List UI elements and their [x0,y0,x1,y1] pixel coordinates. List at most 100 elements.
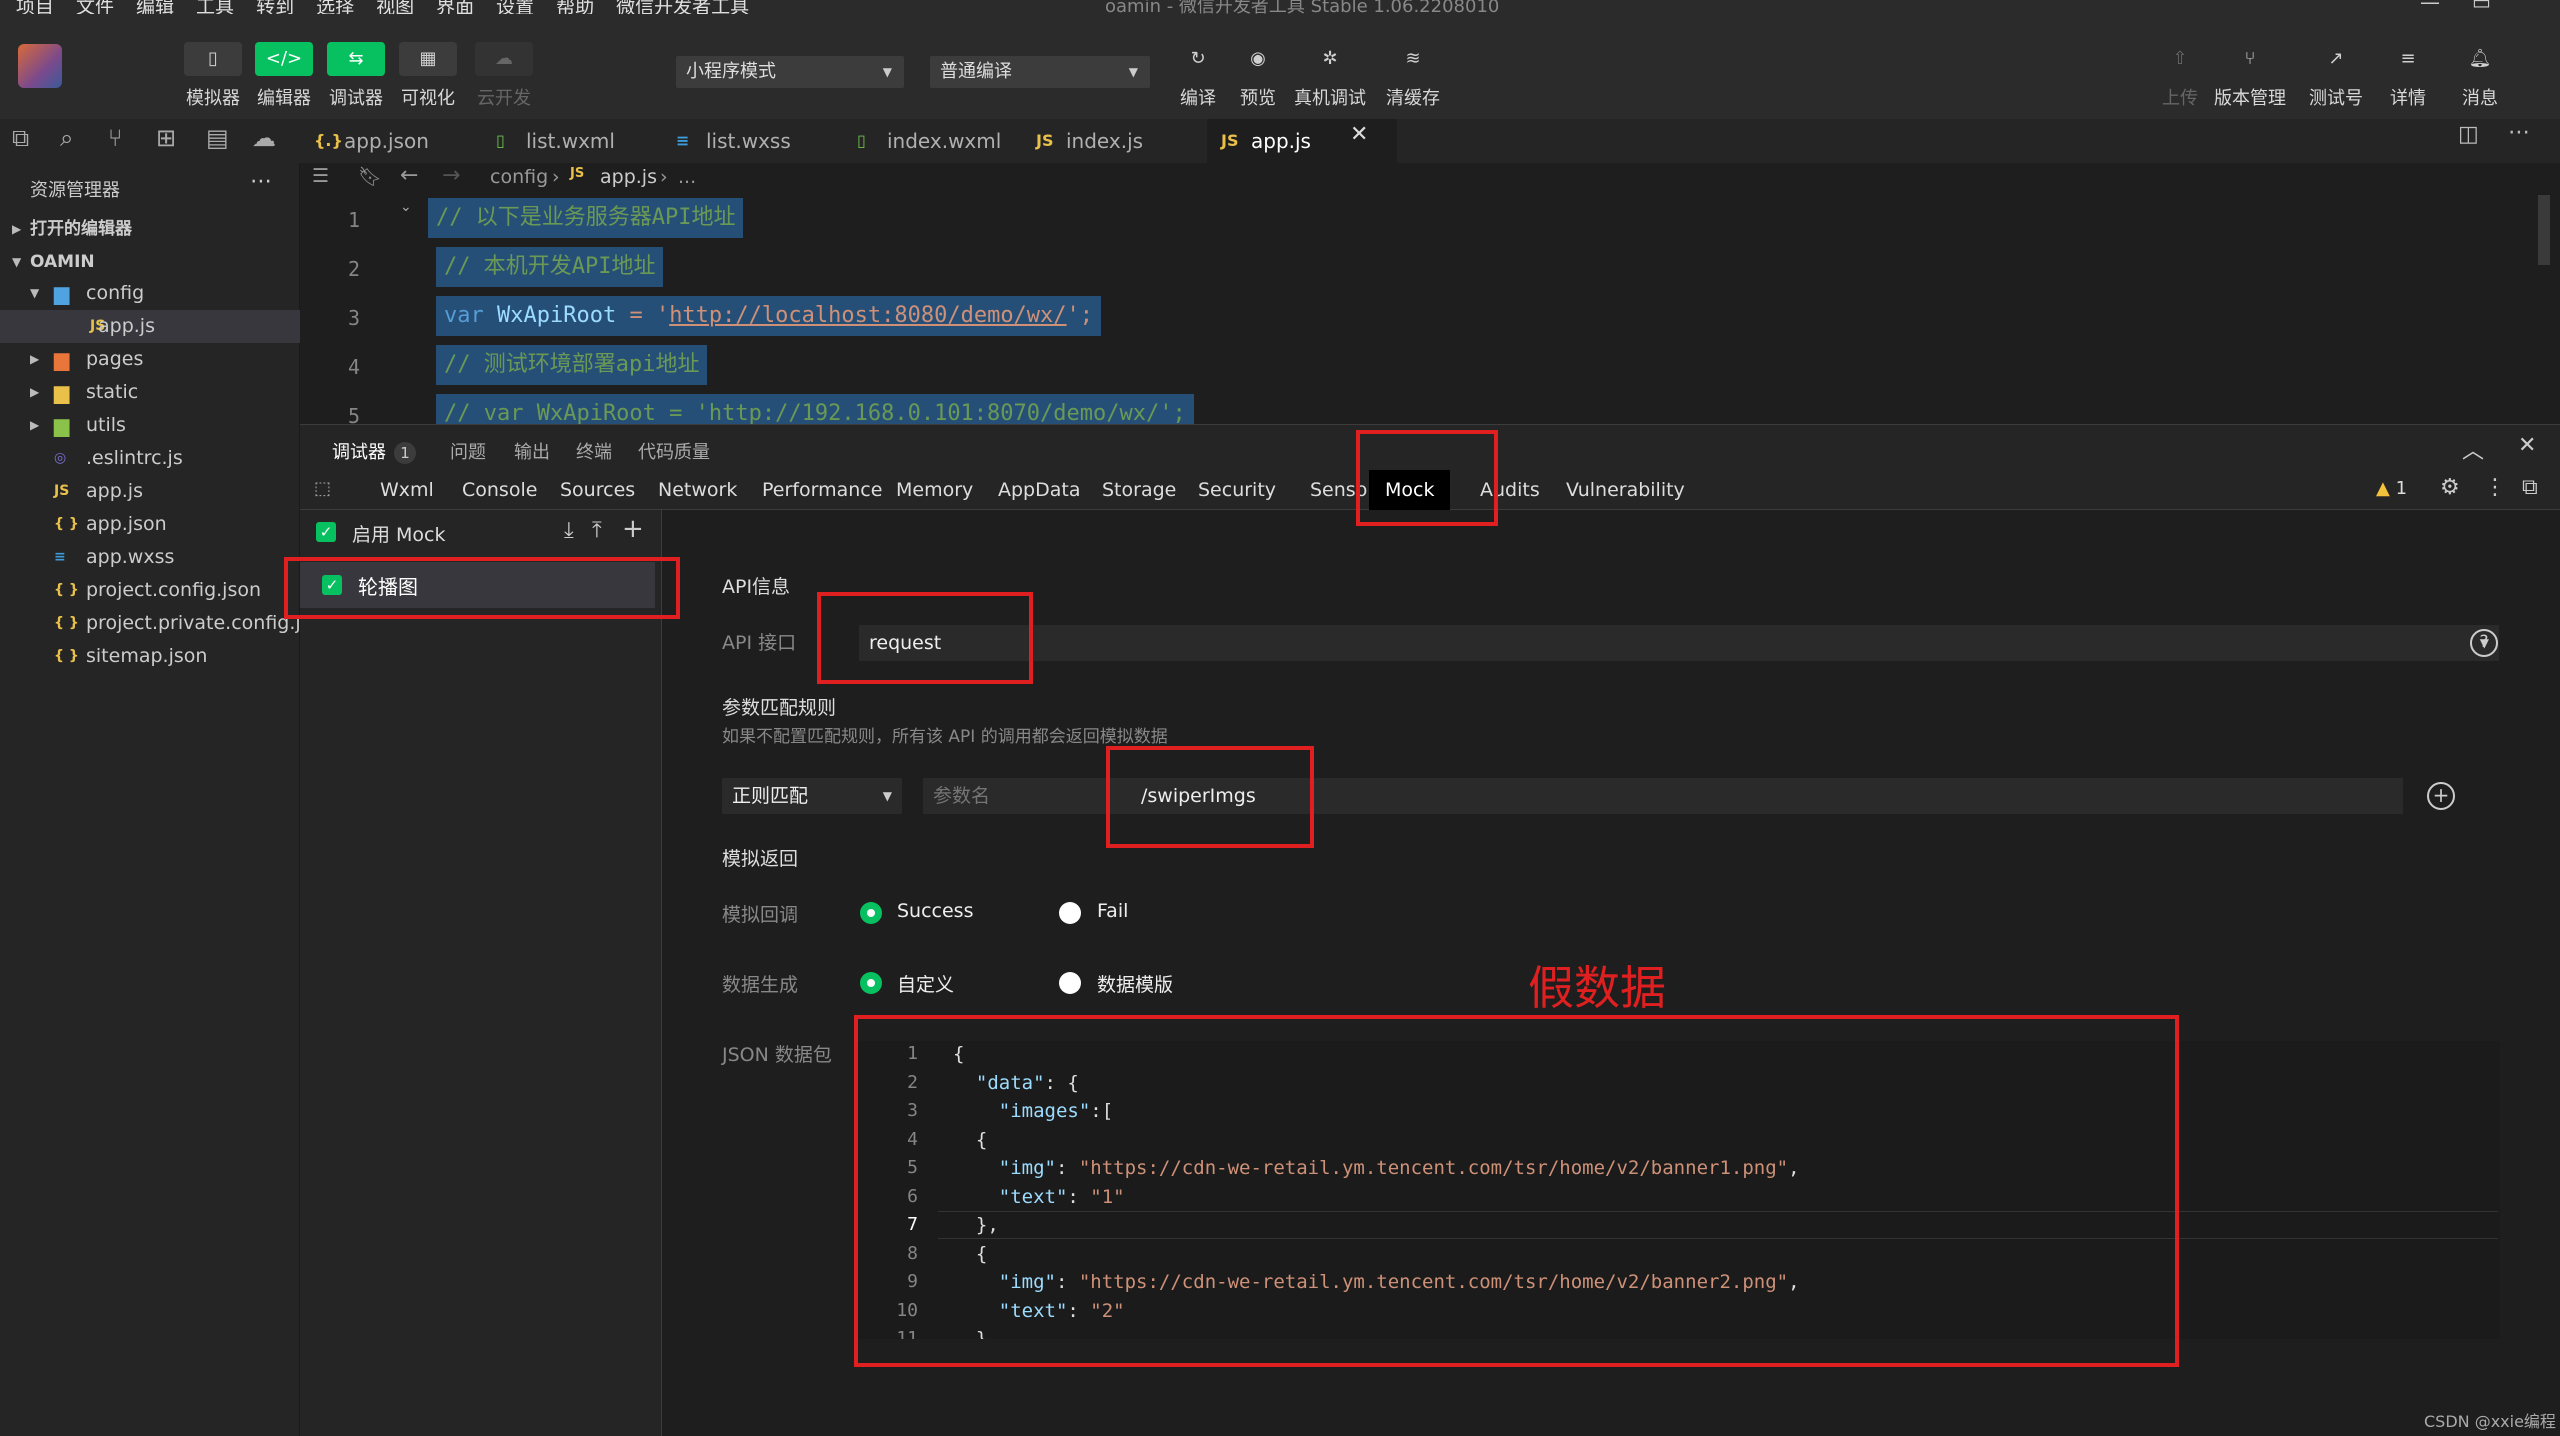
editor-tab[interactable]: ≡ list.wxss [662,119,841,163]
match-type-select[interactable]: 正则匹配 ▼ [722,778,902,814]
warning-indicator[interactable]: ▲ 1 [2376,478,2407,499]
maximize-icon[interactable]: ▭ [2472,0,2491,14]
menu-item[interactable]: 设置 [496,0,534,14]
help-icon[interactable]: ? [2470,629,2498,657]
enable-mock-checkbox[interactable]: ✓ [316,522,336,542]
panel-tab-security[interactable]: Security [1198,470,1276,510]
close-panel-icon[interactable]: ✕ [2518,433,2536,458]
panel-tab-network[interactable]: Network [658,470,737,510]
back-arrow-icon[interactable]: ← [400,163,418,188]
tool-branch-button[interactable]: ⑂ 版本管理 [2210,42,2290,110]
menu-item[interactable]: 文件 [76,0,114,14]
editor-tab[interactable]: ▯ list.wxml [482,119,660,163]
compile-select[interactable]: 普通编译 ▼ [930,56,1150,88]
tree-item[interactable]: ≡ app.wxss [0,541,300,574]
outline-icon[interactable]: ☰ [312,165,329,187]
panel-tab-console[interactable]: Console [462,470,537,510]
mode-select[interactable]: 小程序模式 ▼ [676,56,904,88]
editor-scrollbar[interactable] [2538,195,2550,265]
tool-debug-button[interactable]: ⇆ 调试器 [325,42,387,110]
panel-tab-sources[interactable]: Sources [560,470,635,510]
tool-bell-button[interactable]: 🔔︎ 消息 [2440,42,2520,110]
tree-item[interactable]: ▶ ▆ pages [0,343,300,376]
panel-tab-wxml[interactable]: Wxml [380,470,434,510]
forward-arrow-icon[interactable]: → [442,163,460,188]
settings-icon[interactable]: ⚙ [2440,475,2460,500]
panel-tab-vulnerability[interactable]: Vulnerability [1566,470,1685,510]
bookmark-icon[interactable]: 🔖︎ [358,165,382,188]
custom-radio[interactable] [860,972,882,994]
tool-code-button[interactable]: </> 编辑器 [253,42,315,110]
param-name-input[interactable] [923,778,1123,814]
tool-layers-button[interactable]: ≋ 清缓存 [1373,42,1453,110]
menu-item[interactable]: 微信开发者工具 [616,0,749,14]
tree-item[interactable]: ▶ ▆ utils [0,409,300,442]
breadcrumb-file[interactable]: app.js [600,166,657,188]
menu-item[interactable]: 视图 [376,0,414,14]
panel-tab-storage[interactable]: Storage [1102,470,1176,510]
editor-tab[interactable]: JS index.js [1022,119,1205,163]
api-select[interactable]: request ▼ [859,625,2499,661]
tool-upload-button[interactable]: ⇧ 上传 [2140,42,2220,110]
tool-layout-button[interactable]: ▦ 可视化 [397,42,459,110]
docker-icon[interactable]: ☁ [252,124,276,152]
extensions-icon[interactable]: ⊞ [156,124,176,152]
tree-item[interactable]: ◎ .eslintrc.js [0,442,300,475]
tree-item[interactable]: JS app.js [0,310,300,343]
panel-tab-memory[interactable]: Memory [896,470,973,510]
fold-chevron-icon[interactable]: ⌄ [400,199,412,215]
kebab-menu-icon[interactable]: ⋮ [2484,475,2506,500]
editor-tab[interactable]: JS app.js [1207,119,1397,163]
tree-item[interactable]: JS app.js [0,475,300,508]
source-control-icon[interactable]: ⑂ [108,124,122,152]
add-param-icon[interactable]: + [2427,782,2455,810]
tree-item[interactable]: { } app.json [0,508,300,541]
tool-external-button[interactable]: ↗ 测试号 [2296,42,2376,110]
explorer-icon[interactable]: ⧉ [12,124,29,152]
tool-cloud-button[interactable]: ☁ 云开发 [473,42,535,110]
close-tab-icon[interactable]: ✕ [1350,122,1368,147]
menu-item[interactable]: 转到 [256,0,294,14]
template-radio[interactable] [1059,972,1081,994]
menu-item[interactable]: 帮助 [556,0,594,14]
menu-item[interactable]: 界面 [436,0,474,14]
menu-item[interactable]: 工具 [196,0,234,14]
section-project[interactable]: ▼ OAMIN [0,246,300,279]
param-value-input[interactable]: /swiperImgs [1123,778,2403,814]
split-editor-icon[interactable]: ◫ [2458,122,2479,147]
devtools-tab[interactable]: 调试器 1 [332,438,416,464]
collapse-up-icon[interactable]: ︿ [2462,433,2484,465]
devtools-tab[interactable]: 问题 [450,438,486,464]
tool-eye-button[interactable]: ◉ 预览 [1218,42,1298,110]
tool-phone-button[interactable]: ▯ 模拟器 [182,42,244,110]
fail-radio[interactable] [1059,902,1081,924]
add-rule-icon[interactable]: + [622,514,644,544]
inspect-icon[interactable]: ⬚ [314,478,331,499]
export-icon[interactable]: ⤒ [592,518,602,543]
devtools-tab[interactable]: 终端 [576,438,612,464]
tool-menu-button[interactable]: ≡ 详情 [2368,42,2448,110]
panel-tab-performance[interactable]: Performance [762,470,882,510]
devtools-tab[interactable]: 输出 [514,438,550,464]
tree-item[interactable]: ▼ ▆ config [0,277,300,310]
tree-item[interactable]: { } sitemap.json [0,640,300,673]
search-icon[interactable]: ⌕ [60,124,73,152]
breadcrumb-config[interactable]: config [490,166,548,188]
avatar[interactable] [18,44,62,88]
undock-icon[interactable]: ⧉ [2522,475,2538,500]
section-open-editors[interactable]: ▶ 打开的编辑器 [0,213,300,246]
panel-tab-appdata[interactable]: AppData [998,470,1081,510]
minimize-icon[interactable]: — [2420,0,2440,14]
menu-item[interactable]: 选择 [316,0,354,14]
code-editor[interactable]: ⌄ 1 // 以下是业务服务器API地址 2 // 本机开发API地址 3 var WxA… [300,191,2560,424]
import-icon[interactable]: ⤓ [564,518,574,543]
tool-bug-button[interactable]: ✲ 真机调试 [1290,42,1370,110]
breadcrumb-more[interactable]: ... [678,166,696,188]
tree-item[interactable]: ▶ ▆ static [0,376,300,409]
menu-item[interactable]: 项目 [16,0,54,14]
editor-tab[interactable]: ▯ index.wxml [843,119,1020,163]
storage-icon[interactable]: ▤ [206,124,229,152]
devtools-tab[interactable]: 代码质量 [638,438,710,464]
tree-item[interactable]: { } project.config.json [0,574,300,607]
editor-tab[interactable]: {.} app.json [300,119,480,163]
